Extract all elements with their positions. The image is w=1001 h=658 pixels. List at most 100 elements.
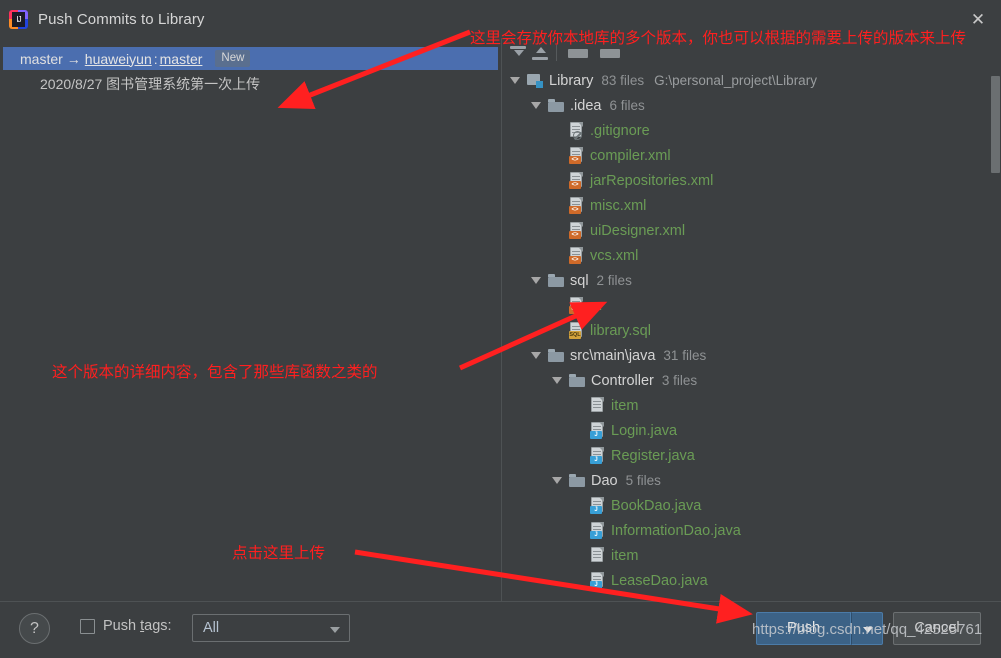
tree-row[interactable]: <> jarRepositories.xml xyxy=(502,168,1001,193)
folder-icon xyxy=(569,374,585,387)
generic-file-icon xyxy=(590,547,605,564)
chevron-down-icon xyxy=(330,627,340,633)
chevron-down-icon[interactable] xyxy=(552,377,562,384)
tree-node-label: src\main\java xyxy=(570,347,656,364)
java-file-icon: J xyxy=(590,447,605,464)
tree-node-label: Register.java xyxy=(611,447,695,464)
push-tags-selected-value: All xyxy=(203,620,220,636)
java-file-icon: J xyxy=(590,572,605,589)
java-file-icon: J xyxy=(590,422,605,439)
tree-row[interactable]: src\main\java 31 files xyxy=(502,343,1001,368)
tree-row[interactable]: <> compiler.xml xyxy=(502,143,1001,168)
branch-separator: : xyxy=(153,50,158,67)
push-tags-select[interactable]: All xyxy=(192,614,350,642)
toolbar-separator xyxy=(556,45,557,61)
tree-node-label: LeaseDao.java xyxy=(611,572,708,589)
tree-node-label: item xyxy=(611,547,639,564)
tree-row[interactable]: .gitignore xyxy=(502,118,1001,143)
intellij-idea-icon: IJ xyxy=(9,9,28,29)
chevron-down-icon xyxy=(863,627,873,633)
tree-row[interactable]: J InformationDao.java xyxy=(502,518,1001,543)
chevron-down-icon[interactable] xyxy=(531,352,541,359)
tree-node-label: compiler.xml xyxy=(590,147,671,164)
xml-file-icon: <> xyxy=(569,297,584,314)
push-commits-dialog: IJ Push Commits to Library ✕ master → hu… xyxy=(0,0,1001,658)
tree-node-label: vcs.xml xyxy=(590,247,639,264)
push-button[interactable]: Push xyxy=(756,612,851,645)
status-badge: New xyxy=(215,49,251,68)
folder-icon xyxy=(569,474,585,487)
tree-scrollbar[interactable] xyxy=(990,68,1001,601)
commit-list-panel[interactable]: master → huaweiyun : master New 2020/8/2… xyxy=(0,38,501,601)
tree-node-label: m xyxy=(590,297,603,314)
tree-node-file-count: 2 files xyxy=(596,273,632,288)
tree-row[interactable]: SQL library.sql xyxy=(502,318,1001,343)
tree-row[interactable]: .idea 6 files xyxy=(502,93,1001,118)
java-file-icon: J xyxy=(590,497,605,514)
tree-node-label: Library xyxy=(549,72,594,89)
tree-node-label: .gitignore xyxy=(590,122,650,139)
tree-node-label: BookDao.java xyxy=(611,497,702,514)
dialog-body: master → huaweiyun : master New 2020/8/2… xyxy=(0,38,1001,601)
local-branch-label: master xyxy=(20,50,63,67)
tree-node-label: Controller xyxy=(591,372,654,389)
title-bar: IJ Push Commits to Library ✕ xyxy=(0,0,1001,38)
chevron-down-icon[interactable] xyxy=(552,477,562,484)
generic-file-icon xyxy=(590,397,605,414)
push-tags-label-post: ags: xyxy=(144,618,172,634)
changed-files-panel: Library 83 files G:\personal_project\Libra… xyxy=(502,38,1001,601)
chevron-down-icon[interactable] xyxy=(531,277,541,284)
xml-file-icon: <> xyxy=(569,222,584,239)
xml-file-icon: <> xyxy=(569,172,584,189)
tree-row[interactable]: <> misc.xml xyxy=(502,193,1001,218)
tree-row[interactable]: <> vcs.xml xyxy=(502,243,1001,268)
chevron-down-icon[interactable] xyxy=(531,102,541,109)
module-root-icon xyxy=(527,73,543,88)
cancel-button[interactable]: Cancel xyxy=(893,612,981,645)
tree-node-label: library.sql xyxy=(590,322,651,339)
tree-node-label: item xyxy=(611,397,639,414)
file-tree[interactable]: Library 83 files G:\personal_project\Libra… xyxy=(502,68,1001,601)
java-file-icon: J xyxy=(590,522,605,539)
gitignore-file-icon xyxy=(569,122,584,140)
tree-row[interactable]: Controller 3 files xyxy=(502,368,1001,393)
tree-row[interactable]: J LeaseDao.java xyxy=(502,568,1001,593)
push-tags-checkbox[interactable] xyxy=(80,619,95,634)
tree-row[interactable]: item xyxy=(502,393,1001,418)
tree-scrollbar-thumb[interactable] xyxy=(991,76,1000,173)
tree-row[interactable]: <> m xyxy=(502,293,1001,318)
tree-row[interactable]: J Login.java xyxy=(502,418,1001,443)
tree-row[interactable]: item xyxy=(502,543,1001,568)
tree-row[interactable]: sql 2 files xyxy=(502,268,1001,293)
tree-toolbar xyxy=(502,38,1001,68)
tree-node-label: sql xyxy=(570,272,589,289)
remote-branch-link[interactable]: master xyxy=(160,51,203,67)
tree-node-label: misc.xml xyxy=(590,197,647,214)
tree-node-label: Login.java xyxy=(611,422,678,439)
tree-node-label: InformationDao.java xyxy=(611,522,741,539)
folder-icon xyxy=(548,99,564,112)
tree-row[interactable]: <> uiDesigner.xml xyxy=(502,218,1001,243)
tree-row[interactable]: Library 83 files G:\personal_project\Libra… xyxy=(502,68,1001,93)
help-button[interactable]: ? xyxy=(19,613,50,644)
expand-all-icon[interactable] xyxy=(510,46,526,61)
remote-name-link[interactable]: huaweiyun xyxy=(85,51,152,67)
tree-row[interactable]: Dao 5 files xyxy=(502,468,1001,493)
tree-row[interactable]: J BookDao.java xyxy=(502,493,1001,518)
tree-node-file-count: 31 files xyxy=(663,348,707,363)
window-title: Push Commits to Library xyxy=(38,10,205,28)
tree-row[interactable]: J Register.java xyxy=(502,443,1001,468)
chevron-down-icon[interactable] xyxy=(510,77,520,84)
tree-node-label: jarRepositories.xml xyxy=(590,172,714,189)
xml-file-icon: <> xyxy=(569,197,584,214)
list-item[interactable]: 2020/8/27 图书管理系统第一次上传 xyxy=(40,74,260,94)
tree-node-label: uiDesigner.xml xyxy=(590,222,686,239)
tree-node-file-count: 6 files xyxy=(609,98,645,113)
close-icon[interactable]: ✕ xyxy=(955,0,1001,38)
branch-push-spec-row[interactable]: master → huaweiyun : master New xyxy=(3,47,498,70)
collapse-all-icon[interactable] xyxy=(532,46,548,61)
push-options-dropdown[interactable] xyxy=(851,612,883,645)
flatten-packages-icon[interactable] xyxy=(600,46,622,61)
tree-node-label: .idea xyxy=(570,97,602,114)
group-by-directory-icon[interactable] xyxy=(568,46,590,61)
